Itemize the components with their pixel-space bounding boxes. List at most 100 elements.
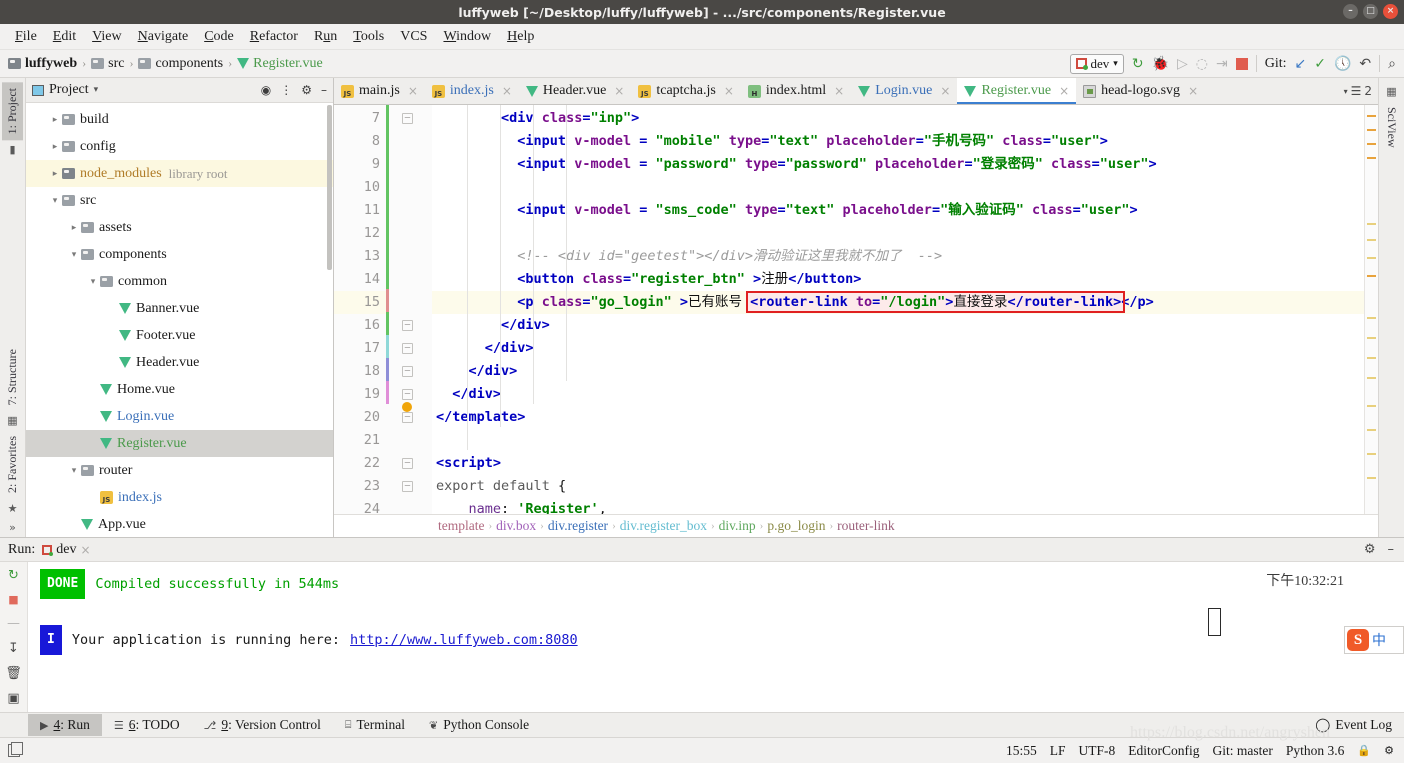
code-fold-icon[interactable]: – <box>402 412 413 423</box>
menu-item-vcs[interactable]: VCS <box>393 27 434 47</box>
maximize-button[interactable]: □ <box>1363 4 1378 19</box>
close-icon[interactable]: × <box>80 543 90 557</box>
code-line[interactable]: <button class="register_btn" >注册</button… <box>432 268 1378 291</box>
selected-code-region[interactable]: <router-link to="/login">直接登录</router-li… <box>746 291 1126 313</box>
editor-tab-header-vue[interactable]: Header.vue × <box>519 78 631 104</box>
rollback-icon[interactable]: ↶ <box>1359 56 1371 72</box>
tree-item-node_modules[interactable]: ▸ node_modules library root <box>26 160 333 187</box>
search-icon[interactable]: ⌕ <box>1388 56 1396 72</box>
close-icon[interactable]: × <box>502 84 512 98</box>
editor-breadcrumb-item[interactable]: div.inp <box>719 518 756 534</box>
tree-item-src[interactable]: ▾ src <box>26 187 333 214</box>
chevron-down-icon[interactable]: ▾ <box>67 250 81 260</box>
code-fold-icon[interactable]: – <box>402 343 413 354</box>
editor-breadcrumb-item[interactable]: div.register <box>548 518 608 534</box>
tree-item-banner-vue[interactable]: Banner.vue <box>26 295 333 322</box>
scroll-to-end-icon[interactable]: ↧ <box>8 641 19 656</box>
tool-window-button-9-version-control[interactable]: ⎇ 9: Version Control <box>192 714 333 736</box>
ime-indicator[interactable]: S 中 <box>1344 626 1404 654</box>
editor-tab-main-js[interactable]: JS main.js × <box>334 78 425 104</box>
code-editor[interactable]: 7 8 9 10 11 12 13 14 15 16 17 18 19 20 21 22 23 24 – <box>334 105 1378 514</box>
close-icon[interactable]: × <box>408 84 418 98</box>
editor-marker-bar[interactable] <box>1364 105 1378 514</box>
menu-item-navigate[interactable]: Navigate <box>131 27 196 47</box>
menu-item-run[interactable]: Run <box>307 27 344 47</box>
editor-tab-head-logo-svg[interactable]: head-logo.svg × <box>1076 78 1205 104</box>
code-line[interactable]: <input v-model = "password" type="passwo… <box>432 153 1378 176</box>
code-fold-icon[interactable]: – <box>402 113 413 124</box>
tree-item-header-vue[interactable]: Header.vue <box>26 349 333 376</box>
update-project-icon[interactable]: ↙ <box>1295 56 1307 72</box>
tree-item-build[interactable]: ▸ build <box>26 106 333 133</box>
close-icon[interactable]: × <box>614 84 624 98</box>
tree-item-index-js[interactable]: JS index.js <box>26 484 333 511</box>
menu-item-view[interactable]: View <box>85 27 129 47</box>
editor-breadcrumb-item[interactable]: div.register_box <box>620 518 707 534</box>
breadcrumb-item-src[interactable]: src <box>91 56 124 72</box>
breadcrumb-item-components[interactable]: components <box>138 56 223 72</box>
status-encoding[interactable]: UTF-8 <box>1079 743 1116 759</box>
close-button[interactable]: × <box>1383 4 1398 19</box>
run-icon[interactable]: ↻ <box>1132 56 1144 72</box>
stop-icon[interactable]: ■ <box>8 593 18 606</box>
status-editorconfig[interactable]: EditorConfig <box>1128 743 1199 759</box>
code-fold-icon[interactable]: – <box>402 389 413 400</box>
code-fold-icon[interactable]: – <box>402 320 413 331</box>
hide-icon[interactable]: – <box>321 83 327 97</box>
chevron-down-icon[interactable]: ▾ <box>86 277 100 287</box>
tree-item-common[interactable]: ▾ common <box>26 268 333 295</box>
close-icon[interactable]: × <box>1059 84 1069 98</box>
close-icon[interactable]: × <box>1188 84 1198 98</box>
code-line[interactable] <box>432 429 1378 452</box>
chevron-down-icon[interactable]: ▾ <box>67 466 81 476</box>
stop-icon[interactable] <box>1235 57 1248 70</box>
editor-tab-register-vue[interactable]: Register.vue × <box>957 78 1077 104</box>
code-line[interactable]: </template> <box>432 406 1378 429</box>
tree-item-login-vue[interactable]: Login.vue <box>26 403 333 430</box>
close-icon[interactable]: × <box>834 84 844 98</box>
tree-item-register-vue[interactable]: Register.vue <box>26 430 333 457</box>
tool-window-button-6-todo[interactable]: ☰ 6: TODO <box>102 714 192 736</box>
tree-item-config[interactable]: ▸ config <box>26 133 333 160</box>
editor-breadcrumb-item[interactable]: p.go_login <box>767 518 825 534</box>
code-fold-icon[interactable]: – <box>402 481 413 492</box>
memory-icon[interactable]: ⚙ <box>1384 744 1394 757</box>
locate-icon[interactable]: ◉ <box>261 83 271 97</box>
editor-breadcrumb-item[interactable]: router-link <box>837 518 894 534</box>
app-url-link[interactable]: http://www.luffyweb.com:8080 <box>350 626 578 654</box>
sidebar-item-favorites[interactable]: 2: Favorites <box>2 430 23 499</box>
code-line[interactable]: <div class="inp"> <box>432 107 1378 130</box>
sidebar-item-structure[interactable]: 7: Structure <box>2 343 23 411</box>
rerun-icon[interactable]: ↻ <box>8 568 19 583</box>
menu-item-file[interactable]: File <box>8 27 44 47</box>
tree-item-router[interactable]: ▾ router <box>26 457 333 484</box>
trash-icon[interactable]: 🗑 <box>5 666 22 681</box>
status-git-branch[interactable]: Git: master <box>1213 743 1273 759</box>
code-content[interactable]: <div class="inp"> <input v-model = "mobi… <box>432 105 1378 514</box>
run-console-output[interactable]: DONE Compiled successfully in 544ms I Yo… <box>28 562 1404 712</box>
expand-rail-icon[interactable]: » <box>9 521 16 534</box>
copy-icon[interactable] <box>8 742 23 757</box>
menu-item-refactor[interactable]: Refactor <box>243 27 305 47</box>
editor-tab-index-js[interactable]: JS index.js × <box>425 78 519 104</box>
breadcrumb-item-file[interactable]: Register.vue <box>237 56 323 72</box>
breadcrumb-item-project[interactable]: luffyweb <box>8 56 77 72</box>
tree-item-assets[interactable]: ▸ assets <box>26 214 333 241</box>
code-line[interactable]: </div> <box>432 314 1378 337</box>
menu-item-code[interactable]: Code <box>197 27 241 47</box>
tool-window-button-terminal[interactable]: ⌸ Terminal <box>333 714 417 736</box>
tool-window-button-4-run[interactable]: ▶ 4: Run <box>28 714 102 736</box>
commit-icon[interactable]: ✓ <box>1314 56 1326 72</box>
code-fold-icon[interactable]: – <box>402 458 413 469</box>
chevron-right-icon[interactable]: ▸ <box>48 115 62 125</box>
debug-icon[interactable]: 🐞 <box>1152 56 1169 72</box>
minimize-button[interactable]: – <box>1343 4 1358 19</box>
code-line[interactable]: </div> <box>432 383 1378 406</box>
tree-item-app-vue[interactable]: App.vue <box>26 511 333 537</box>
code-line[interactable]: </div> <box>432 360 1378 383</box>
hide-icon[interactable]: – <box>1388 542 1395 557</box>
chevron-right-icon[interactable]: ▸ <box>67 223 81 233</box>
editor-tab-overflow[interactable]: ▾ ☰ 2 <box>1338 78 1378 104</box>
code-line[interactable]: <script> <box>432 452 1378 475</box>
status-interpreter[interactable]: Python 3.6 <box>1286 743 1345 759</box>
